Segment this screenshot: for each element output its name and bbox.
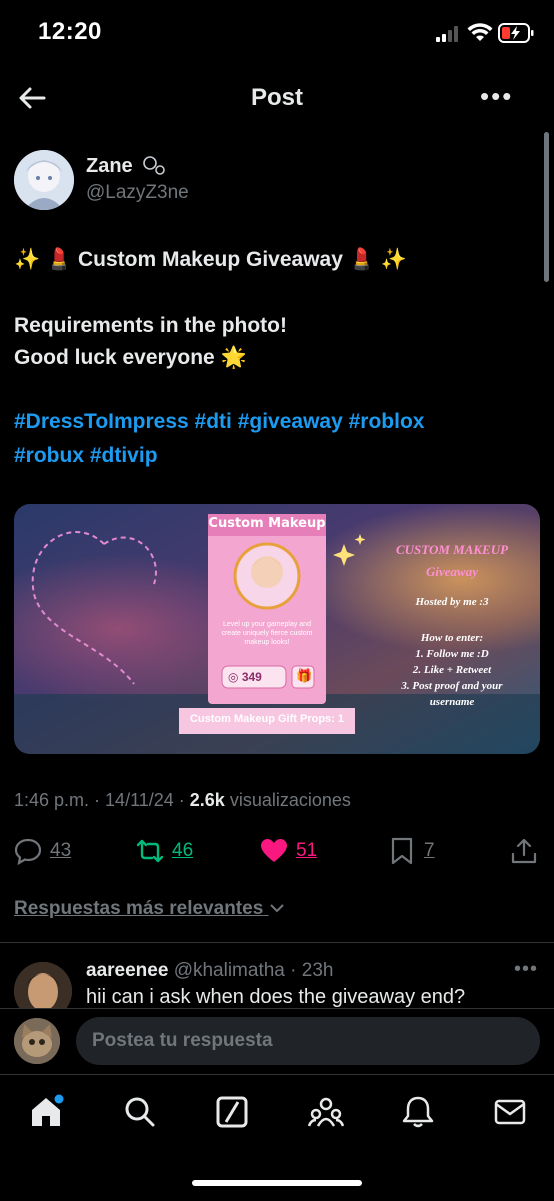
author-name-text: Zane — [86, 155, 133, 177]
user-avatar-image — [14, 1018, 60, 1064]
search-icon[interactable] — [122, 1094, 158, 1130]
bookmark-count: 7 — [424, 840, 435, 861]
repost-button[interactable]: 46 — [136, 834, 193, 868]
post-views-label: visualizaciones — [229, 790, 351, 810]
post-line-requirements: Requirements in the photo! — [14, 314, 287, 337]
repost-icon — [136, 839, 164, 863]
giveaway-step3: 3. Post proof and your — [401, 680, 503, 692]
notifications-icon[interactable] — [400, 1094, 436, 1130]
reply-button[interactable]: 43 — [14, 834, 71, 868]
like-count: 51 — [296, 840, 318, 861]
more-options-icon[interactable]: ••• — [480, 83, 520, 110]
card-caption: Custom Makeup Gift Props: 1 — [189, 713, 345, 725]
signal-icon — [436, 26, 458, 42]
reply-author-handle: @khalimatha — [173, 960, 285, 981]
heart-icon — [261, 839, 287, 862]
reply-time: 23h — [301, 960, 334, 981]
bookmark-button[interactable]: 7 — [388, 834, 435, 868]
post-views[interactable]: 2.6k — [190, 790, 225, 810]
user-avatar[interactable] — [14, 1018, 60, 1064]
status-bar: 12:20 — [0, 0, 554, 66]
post-date: 14/11/24 — [105, 790, 174, 810]
reply-text: hii can i ask when does the giveaway end… — [86, 986, 466, 1008]
repost-count: 46 — [172, 840, 194, 861]
giveaway-step2: 2. Like + Retweet — [412, 664, 492, 676]
author-handle[interactable]: @LazyZ3ne — [86, 182, 189, 204]
chevron-down-icon — [269, 904, 284, 913]
bookmark-icon — [391, 837, 413, 865]
bubbles-icon — [143, 156, 166, 175]
home-icon[interactable] — [28, 1094, 64, 1130]
wifi-icon — [467, 23, 493, 41]
post-hashtags-2[interactable]: #robux #dtivip — [14, 440, 158, 472]
messages-icon[interactable] — [492, 1094, 528, 1130]
status-time: 12:20 — [38, 18, 102, 45]
post-line-goodluck: Good luck everyone 🌟 — [14, 346, 247, 369]
reply-separator: · — [290, 960, 297, 981]
battery-icon — [498, 23, 534, 43]
reply-count: 43 — [50, 840, 72, 861]
giveaway-subtitle: Giveaway — [426, 564, 478, 579]
post-title-line: ✨ 💄 Custom Makeup Giveaway 💄 ✨ — [14, 248, 407, 271]
giveaway-howto: How to enter: — [420, 632, 484, 644]
divider — [0, 942, 554, 943]
post-image[interactable]: Custom Makeup Level up your gameplay and… — [14, 504, 540, 754]
grok-icon[interactable] — [214, 1094, 250, 1130]
reply-more-icon[interactable]: ••• — [514, 958, 538, 981]
giveaway-step1: 1. Follow me :D — [415, 648, 489, 660]
post-time: 1:46 p.m. — [14, 790, 90, 810]
giveaway-title: CUSTOM MAKEUP — [395, 542, 509, 557]
post-meta: 1:46 p.m. · 14/11/24 · 2.6k visualizacio… — [14, 790, 351, 810]
author-avatar[interactable] — [14, 150, 74, 210]
page-title: Post — [250, 84, 303, 111]
like-button[interactable]: 51 — [260, 834, 317, 868]
reply-icon — [14, 838, 42, 865]
card-title: Custom Makeup — [208, 516, 326, 531]
scrollbar[interactable] — [544, 132, 549, 282]
reply-author[interactable]: aareenee @khalimatha · 23h — [86, 960, 333, 982]
author-name[interactable]: Zane — [86, 155, 166, 178]
reply-input-placeholder: Postea tu respuesta — [92, 1030, 273, 1051]
share-button[interactable] — [510, 834, 538, 868]
replies-sort-dropdown[interactable]: Respuestas más relevantes — [14, 898, 285, 920]
reply-author-name: aareenee — [86, 960, 169, 981]
author-avatar-image — [14, 150, 74, 210]
gift-icon: 🎁 — [296, 668, 313, 683]
sort-label: Respuestas más relevantes — [14, 898, 264, 919]
card-price: ◎ 349 — [228, 670, 262, 684]
card-description: Level up your gameplay and create unique… — [221, 621, 313, 646]
post-hashtags-1[interactable]: #DressToImpress #dti #giveaway #roblox — [14, 406, 424, 438]
share-icon — [511, 838, 537, 864]
giveaway-step3b: username — [429, 696, 475, 708]
giveaway-hosted: Hosted by me :3 — [415, 596, 489, 608]
communities-icon[interactable] — [308, 1094, 344, 1130]
card-price-value: 349 — [241, 670, 262, 684]
home-indicator — [192, 1180, 362, 1186]
